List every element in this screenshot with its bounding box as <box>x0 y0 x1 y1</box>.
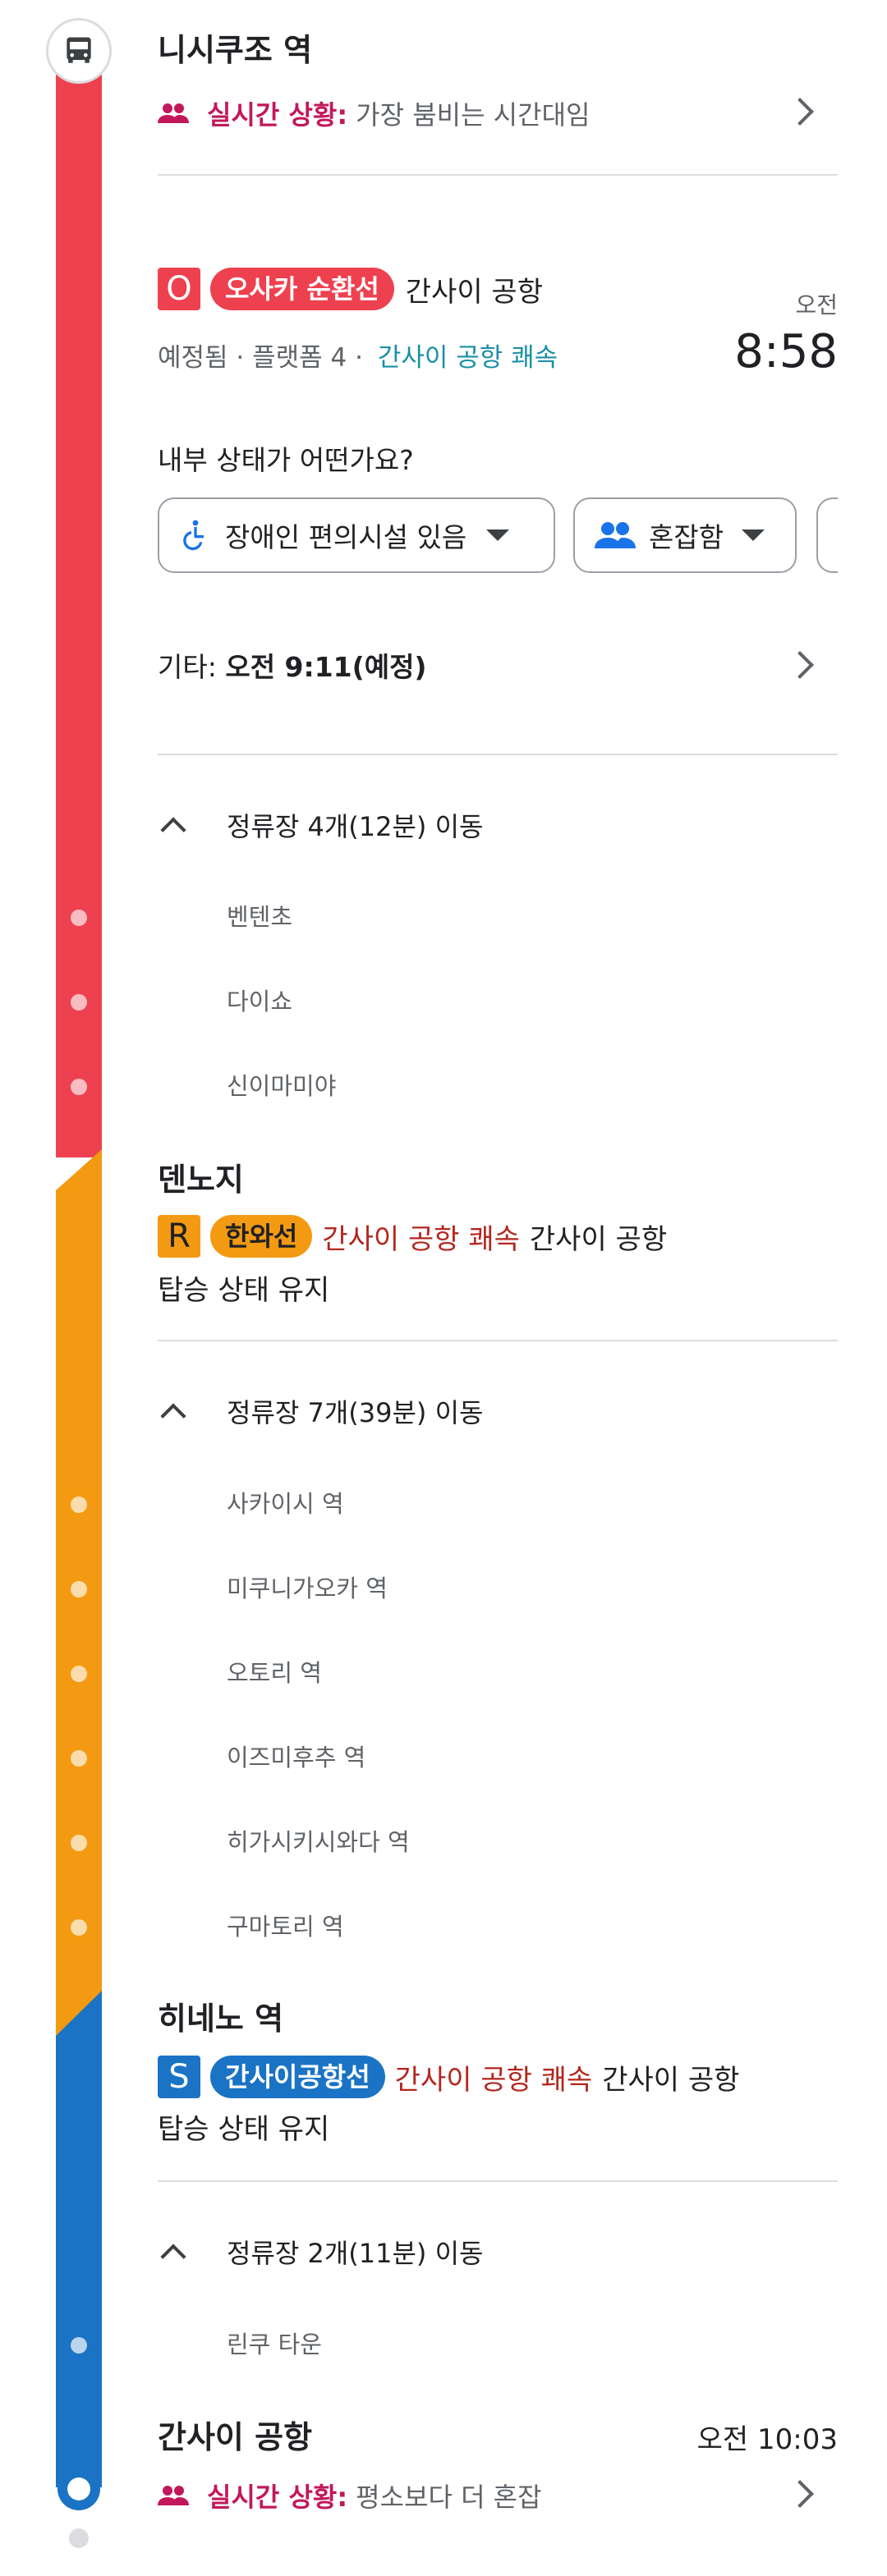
line-name-pill: 오사카 순환선 <box>210 268 394 310</box>
transfer1-destination: 간사이 공항 <box>529 1222 668 1256</box>
stop-name: 벤텐초 <box>227 903 293 931</box>
live-status-label: 실시간 상황: <box>207 99 348 131</box>
divider <box>158 1340 838 1341</box>
stop-dot <box>71 1750 87 1767</box>
transfer1-service: 간사이 공항 쾌속 <box>322 1222 520 1256</box>
stop-name: 미쿠니가오카 역 <box>227 1574 388 1602</box>
transfer1-line-header[interactable]: R 한와선 간사이 공항 쾌속 간사이 공항 <box>158 1215 667 1258</box>
stop-dot <box>71 2337 87 2354</box>
leg1-stops-toggle[interactable]: 정류장 4개(12분) 이동 <box>227 806 483 844</box>
divider <box>158 754 838 755</box>
people-icon <box>595 522 636 548</box>
stop-name: 신이마미야 <box>227 1072 337 1100</box>
start-live-status[interactable]: 실시간 상황: 가장 붐비는 시간대임 <box>158 92 838 135</box>
transfer-station-name[interactable]: 덴노지 <box>158 1154 244 1199</box>
line-letter-badge: O <box>158 268 200 310</box>
crowd-question: 내부 상태가 어떤가요? <box>158 444 414 476</box>
transfer-station-name[interactable]: 히네노 역 <box>158 1993 283 2038</box>
line-name-pill: 간사이공항선 <box>210 2056 385 2098</box>
stop-dot <box>71 1919 87 1936</box>
walk-dot <box>69 2528 89 2548</box>
leg1-status: 예정됨 · 플랫폼 4 · <box>158 343 363 373</box>
live-status-label: 실시간 상황: <box>207 2482 348 2513</box>
arrival-time: 오전 10:03 <box>696 2423 838 2456</box>
crowd-chip-label: 혼잡함 <box>649 521 724 553</box>
stop-dot <box>71 1581 87 1597</box>
end-live-status[interactable]: 실시간 상황: 평소보다 더 혼잡 <box>158 2474 838 2517</box>
accessibility-chip[interactable]: 장애인 편의시설 있음 <box>158 497 555 573</box>
chevron-up-icon[interactable] <box>160 2244 186 2270</box>
transfer2-destination: 간사이 공항 <box>602 2063 740 2097</box>
dropdown-arrow-icon <box>742 529 765 541</box>
osaka-loop-line-segment <box>56 49 102 1157</box>
stop-name: 오토리 역 <box>227 1659 322 1687</box>
leg1-service: 간사이 공항 쾌속 <box>377 343 558 373</box>
line-name-pill: 한와선 <box>210 1215 313 1258</box>
kansai-airport-line-segment <box>56 1991 102 2487</box>
crowd-chip[interactable]: 혼잡함 <box>573 497 797 573</box>
transfer1-stops-toggle[interactable]: 정류장 7개(39분) 이동 <box>227 1392 483 1430</box>
bus-icon <box>67 37 91 63</box>
leg1-line-header[interactable]: O 오사카 순환선 간사이 공항 <box>158 268 543 310</box>
live-status-text: 평소보다 더 혼잡 <box>356 2482 542 2513</box>
departure-time: 8:58 <box>734 325 838 378</box>
stop-dot <box>71 1497 87 1513</box>
stop-dot <box>71 994 87 1011</box>
stop-name: 이즈미후추 역 <box>227 1744 366 1772</box>
other-time: 오전 9:11(예정) <box>225 651 427 683</box>
stay-on-note: 탑승 상태 유지 <box>158 1274 330 1307</box>
wheelchair-icon <box>183 520 204 551</box>
destination-station-name[interactable]: 간사이 공항 <box>158 2412 312 2457</box>
other-departures[interactable]: 기타: 오전 9:11(예정) <box>158 645 427 685</box>
stop-dot <box>71 1666 87 1682</box>
live-status-text: 가장 붐비는 시간대임 <box>356 99 591 131</box>
stop-name: 구마토리 역 <box>227 1913 344 1941</box>
stop-name: 린쿠 타운 <box>227 2331 322 2358</box>
stop-name: 다이쇼 <box>227 988 293 1015</box>
line-letter-badge: R <box>158 1215 200 1258</box>
transfer2-stops-toggle[interactable]: 정류장 2개(11분) 이동 <box>227 2233 483 2271</box>
people-icon <box>158 103 189 123</box>
chevron-right-icon[interactable] <box>786 651 814 679</box>
stop-dot <box>71 1079 87 1095</box>
stop-name: 히가시키시와다 역 <box>227 1828 410 1856</box>
transfer2-service: 간사이 공항 쾌속 <box>394 2063 593 2097</box>
start-marker <box>46 18 112 84</box>
start-station-name[interactable]: 니시쿠조 역 <box>158 25 312 70</box>
people-icon <box>158 2486 189 2505</box>
divider <box>158 2180 838 2182</box>
stay-on-note: 탑승 상태 유지 <box>158 2113 330 2146</box>
chevron-up-icon[interactable] <box>160 1403 186 1429</box>
chevron-up-icon[interactable] <box>160 817 186 843</box>
departure-period: 오전 <box>795 291 838 319</box>
stop-dot <box>71 1835 87 1851</box>
chip-scroll-mask <box>838 484 887 591</box>
destination-marker-inner <box>67 2477 90 2500</box>
dropdown-arrow-icon <box>486 529 510 541</box>
accessibility-chip-label: 장애인 편의시설 있음 <box>225 521 467 553</box>
divider <box>158 174 838 176</box>
line-letter-badge: S <box>158 2056 200 2098</box>
stop-name: 사카이시 역 <box>227 1490 344 1518</box>
stop-dot <box>71 910 87 926</box>
leg1-destination: 간사이 공항 <box>405 275 543 309</box>
other-label: 기타: <box>158 651 217 683</box>
leg1-status-row: 예정됨 · 플랫폼 4 · 간사이 공항 쾌속 <box>158 337 558 374</box>
transfer2-line-header[interactable]: S 간사이공항선 간사이 공항 쾌속 간사이 공항 <box>158 2056 739 2098</box>
